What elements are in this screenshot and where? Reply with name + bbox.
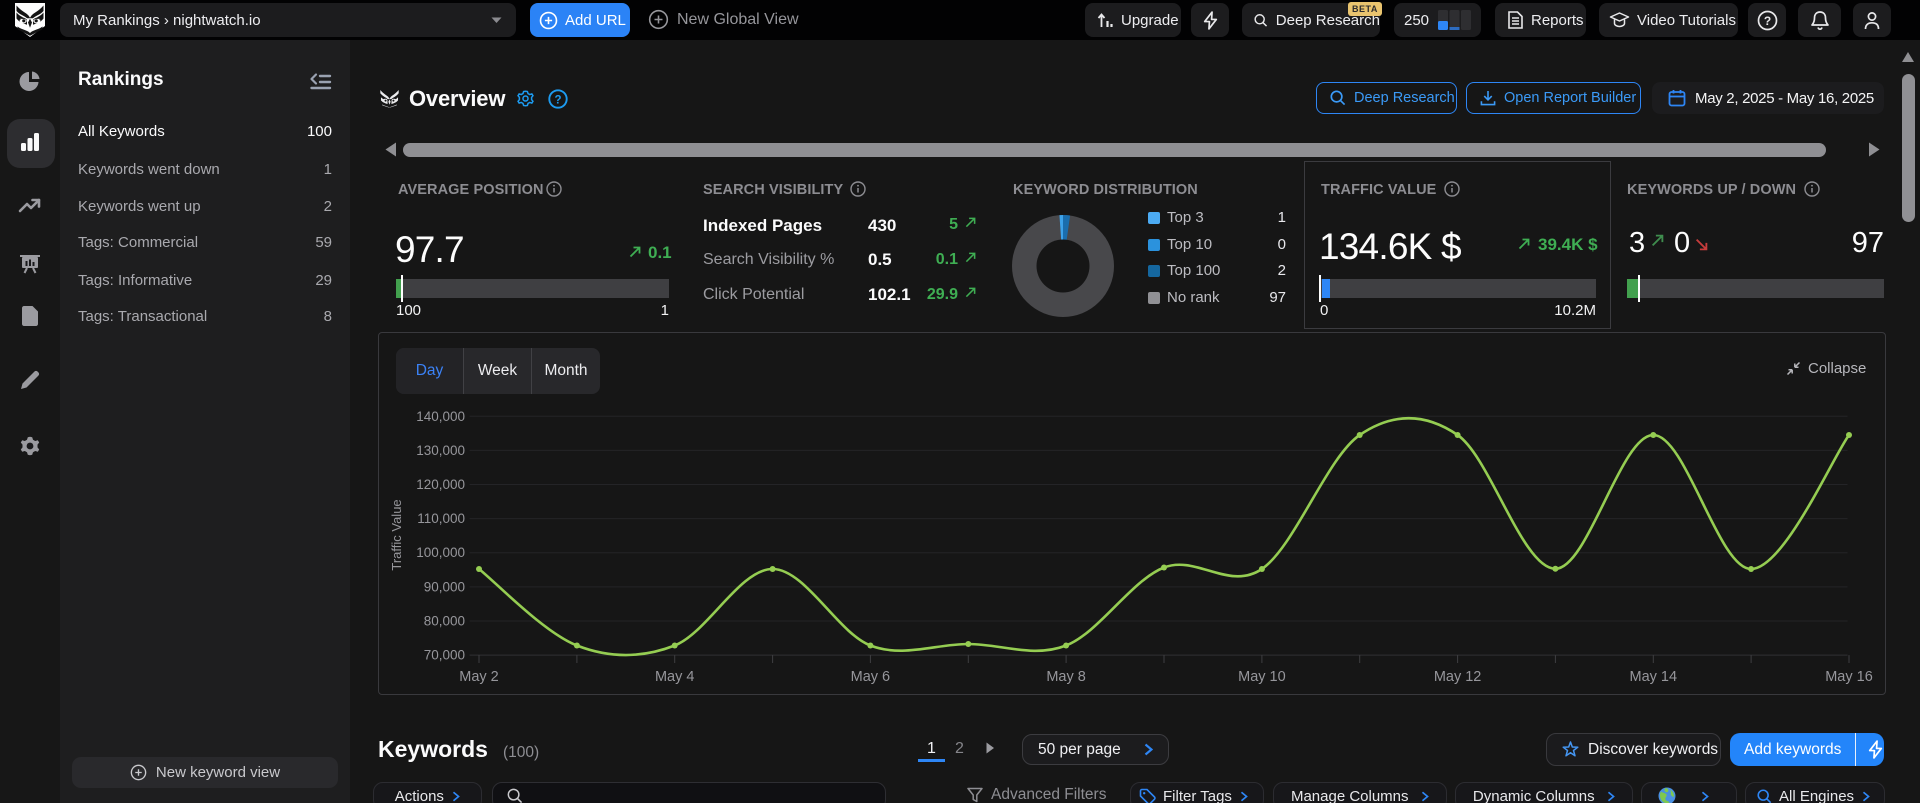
svg-text:May 14: May 14	[1630, 669, 1678, 685]
svg-text:?: ?	[554, 94, 561, 106]
svg-text:May 12: May 12	[1434, 669, 1482, 685]
svg-text:May 6: May 6	[851, 669, 891, 685]
svg-text:May 4: May 4	[655, 669, 695, 685]
svg-text:Traffic Value: Traffic Value	[389, 499, 404, 570]
svg-text:110,000: 110,000	[417, 511, 465, 526]
svg-text:May 8: May 8	[1046, 669, 1086, 685]
svg-text:May 16: May 16	[1825, 669, 1873, 685]
svg-text:130,000: 130,000	[416, 443, 465, 458]
svg-text:100,000: 100,000	[416, 545, 465, 560]
svg-text:May 2: May 2	[459, 669, 499, 685]
svg-text:70,000: 70,000	[424, 648, 465, 663]
svg-text:90,000: 90,000	[424, 579, 465, 594]
svg-text:140,000: 140,000	[416, 409, 465, 424]
svg-text:May 10: May 10	[1238, 669, 1286, 685]
svg-text:80,000: 80,000	[424, 614, 465, 629]
svg-text:120,000: 120,000	[416, 477, 465, 492]
svg-text:?: ?	[1763, 14, 1770, 28]
